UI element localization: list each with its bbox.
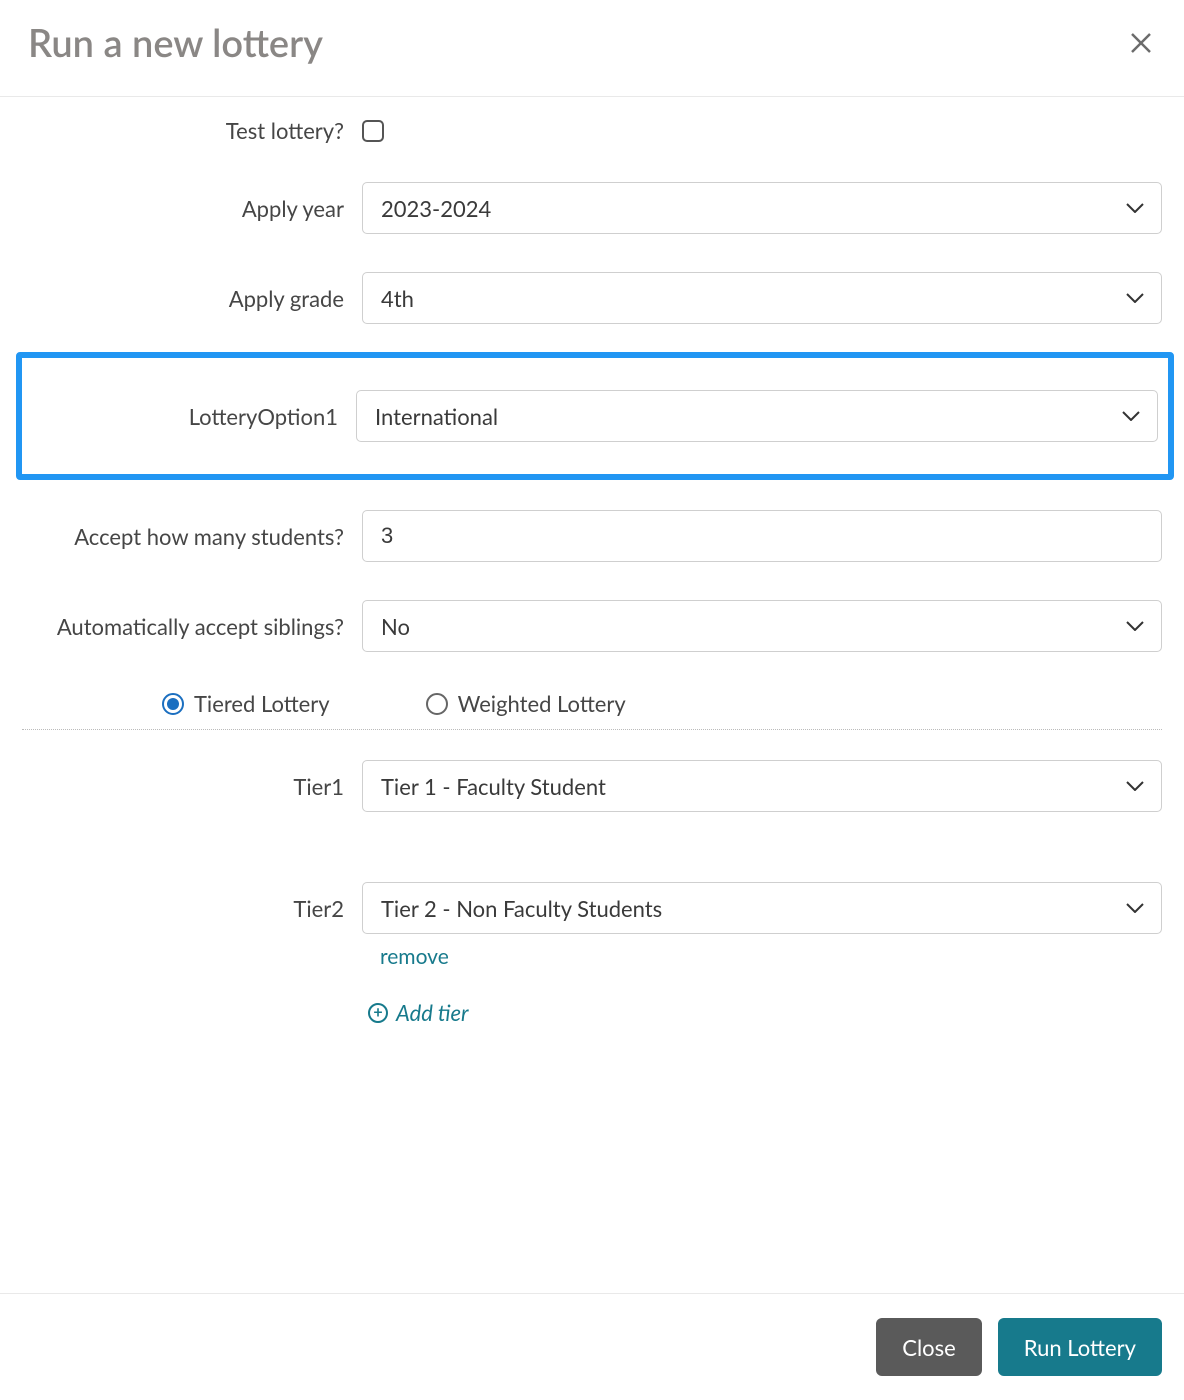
radio-icon — [162, 693, 184, 715]
auto-siblings-select[interactable]: No — [362, 600, 1162, 652]
lottery-option-label: LotteryOption1 — [22, 403, 356, 430]
test-lottery-label: Test lottery? — [22, 117, 362, 144]
modal-header: Run a new lottery — [0, 0, 1184, 97]
auto-siblings-row: Automatically accept siblings? No — [22, 600, 1162, 652]
weighted-lottery-radio[interactable]: Weighted Lottery — [426, 690, 626, 717]
tier2-select[interactable]: Tier 2 - Non Faculty Students — [362, 882, 1162, 934]
accept-count-input[interactable] — [362, 510, 1162, 562]
auto-siblings-label: Automatically accept siblings? — [22, 613, 362, 640]
apply-grade-label: Apply grade — [22, 285, 362, 312]
tier2-row: Tier2 Tier 2 - Non Faculty Students — [22, 882, 1162, 934]
apply-grade-select[interactable]: 4th — [362, 272, 1162, 324]
tier-section: Tier1 Tier 1 - Faculty Student Tier2 Tie… — [22, 760, 1162, 1026]
weighted-label: Weighted Lottery — [458, 690, 626, 717]
radio-icon — [426, 693, 448, 715]
apply-year-select[interactable]: 2023-2024 — [362, 182, 1162, 234]
tier2-value: Tier 2 - Non Faculty Students — [381, 895, 662, 922]
auto-siblings-value: No — [381, 613, 410, 640]
lottery-option-value: International — [375, 403, 498, 430]
close-button[interactable]: Close — [876, 1318, 982, 1376]
modal-title: Run a new lottery — [28, 20, 323, 66]
accept-count-label: Accept how many students? — [22, 523, 362, 550]
add-tier-row: + Add tier — [368, 999, 1162, 1026]
tier1-value: Tier 1 - Faculty Student — [381, 773, 606, 800]
tier1-label: Tier1 — [22, 773, 362, 800]
add-tier-label: Add tier — [396, 999, 469, 1026]
tier2-remove-row: remove — [22, 944, 1162, 969]
test-lottery-row: Test lottery? — [22, 117, 1162, 144]
plus-circle-icon: + — [368, 1003, 388, 1023]
lottery-type-row: Tiered Lottery Weighted Lottery — [22, 690, 1162, 730]
lottery-option-row-highlighted: LotteryOption1 International — [16, 352, 1174, 480]
apply-year-value: 2023-2024 — [381, 195, 491, 222]
close-icon[interactable] — [1126, 28, 1156, 58]
apply-year-row: Apply year 2023-2024 — [22, 182, 1162, 234]
accept-count-row: Accept how many students? — [22, 510, 1162, 562]
modal-footer: Close Run Lottery — [0, 1293, 1184, 1400]
apply-grade-row: Apply grade 4th — [22, 272, 1162, 324]
apply-year-label: Apply year — [22, 195, 362, 222]
add-tier-button[interactable]: + Add tier — [368, 999, 469, 1026]
tier1-select[interactable]: Tier 1 - Faculty Student — [362, 760, 1162, 812]
tiered-label: Tiered Lottery — [194, 690, 330, 717]
remove-tier-link[interactable]: remove — [380, 944, 449, 969]
test-lottery-checkbox[interactable] — [362, 120, 384, 142]
apply-grade-value: 4th — [381, 285, 414, 312]
run-lottery-button[interactable]: Run Lottery — [998, 1318, 1162, 1376]
lottery-option-select[interactable]: International — [356, 390, 1158, 442]
modal-body: Test lottery? Apply year 2023-2024 Apply… — [0, 97, 1184, 1293]
lottery-modal: Run a new lottery Test lottery? Apply ye… — [0, 0, 1184, 1400]
tier2-label: Tier2 — [22, 895, 362, 922]
tiered-lottery-radio[interactable]: Tiered Lottery — [162, 690, 330, 717]
tier1-row: Tier1 Tier 1 - Faculty Student — [22, 760, 1162, 812]
